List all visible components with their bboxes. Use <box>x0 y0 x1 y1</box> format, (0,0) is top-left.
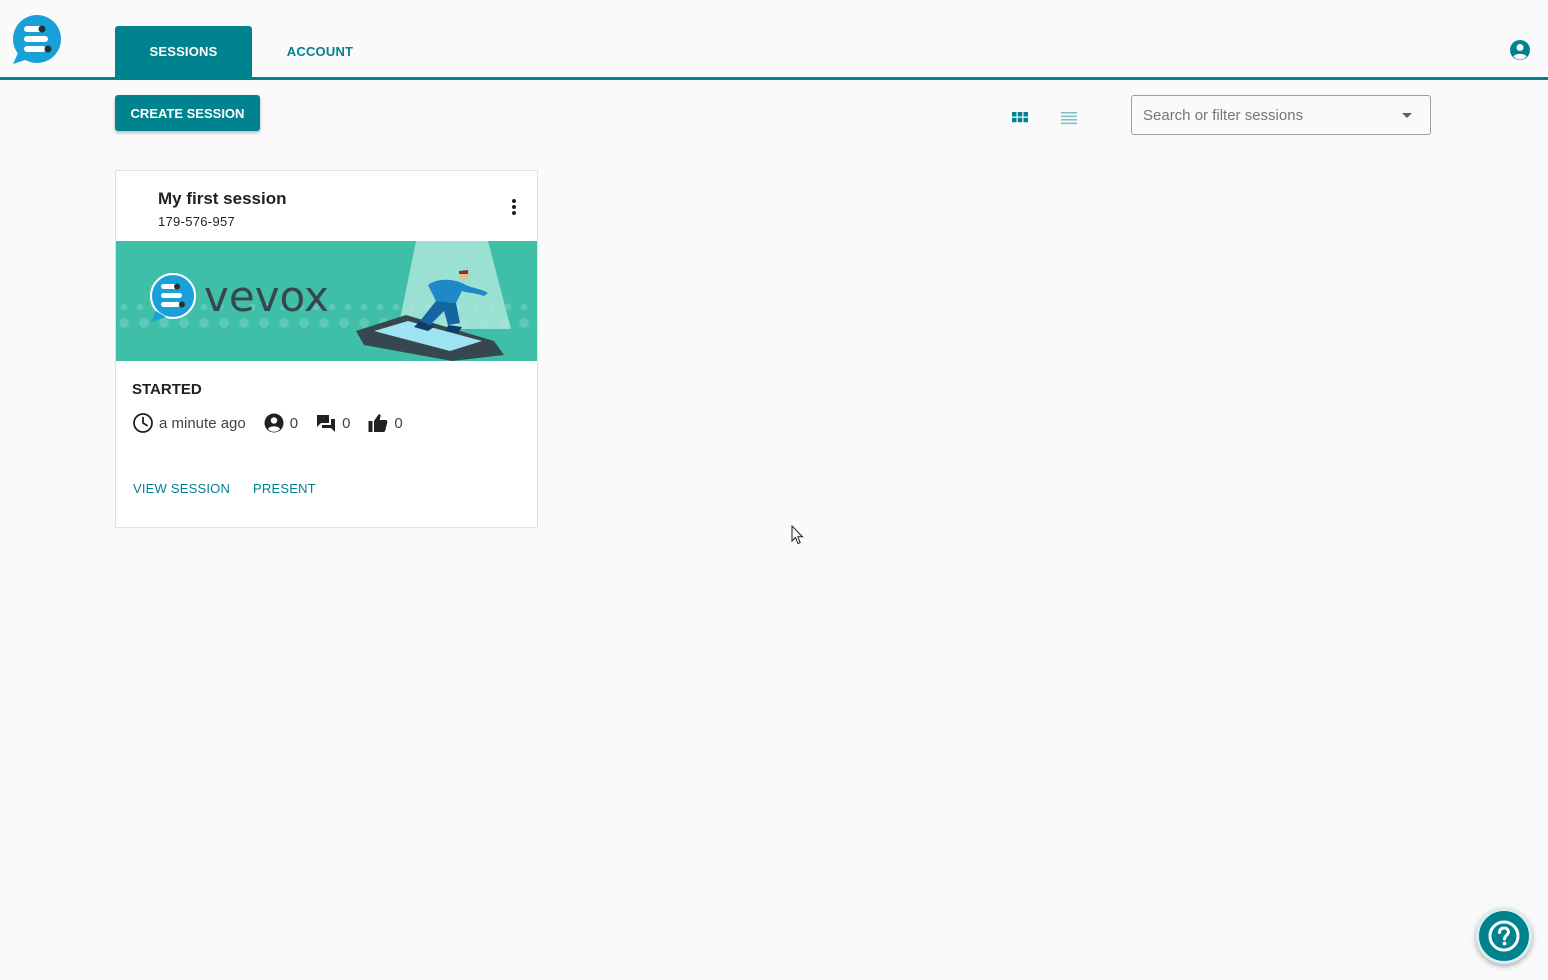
session-banner-art: vevox <box>116 241 537 361</box>
tab-account[interactable]: ACCOUNT <box>270 26 370 77</box>
grid-view-icon[interactable] <box>1010 108 1030 128</box>
search-filter-field[interactable] <box>1131 95 1431 135</box>
person-icon <box>264 413 284 433</box>
caret-down-icon[interactable] <box>1402 113 1412 118</box>
help-button[interactable] <box>1476 908 1532 964</box>
search-input[interactable] <box>1132 96 1392 134</box>
session-time: a minute ago <box>159 414 246 432</box>
list-view-icon[interactable] <box>1058 108 1080 128</box>
vevox-logo-icon[interactable] <box>10 15 62 65</box>
session-stats: a minute ago 0 0 0 <box>132 411 420 435</box>
present-button[interactable]: PRESENT <box>253 481 316 496</box>
create-session-button[interactable]: CREATE SESSION <box>115 95 260 131</box>
session-status: STARTED <box>132 381 202 398</box>
mouse-cursor-icon <box>791 525 804 545</box>
tab-sessions[interactable]: SESSIONS <box>115 26 252 77</box>
session-title: My first session <box>158 189 287 208</box>
messages-count: 0 <box>342 414 351 432</box>
clock-icon <box>133 413 153 433</box>
top-navigation: SESSIONS ACCOUNT <box>0 0 1548 80</box>
chat-icon <box>317 415 336 432</box>
likes-count: 0 <box>394 414 403 432</box>
session-code: 179-576-957 <box>158 214 236 229</box>
tab-account-label: ACCOUNT <box>286 44 354 59</box>
tab-sessions-label: SESSIONS <box>149 44 218 59</box>
thumb-up-icon <box>368 414 388 432</box>
help-icon <box>1488 920 1520 952</box>
session-banner: vevox <box>116 241 537 361</box>
participants-count: 0 <box>289 414 299 432</box>
more-vert-icon[interactable] <box>504 195 524 219</box>
banner-brand-text: vevox <box>204 272 329 321</box>
account-circle-icon[interactable] <box>1508 38 1532 62</box>
view-session-button[interactable]: VIEW SESSION <box>133 481 230 496</box>
session-card: My first session 179-576-957 vevox START… <box>115 170 538 528</box>
